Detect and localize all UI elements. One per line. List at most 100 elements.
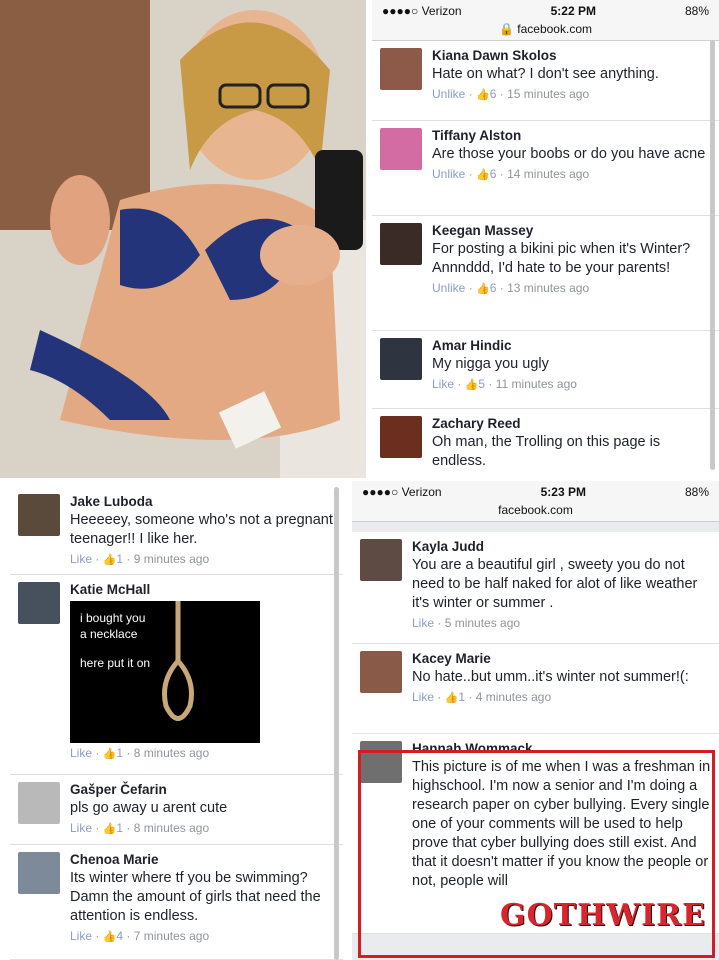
timestamp[interactable]: 13 minutes ago (507, 281, 589, 295)
avatar[interactable] (380, 338, 422, 380)
carrier-label: ●●●●○ Verizon (362, 485, 442, 499)
comment-meta: Like · 👍1 · 9 minutes ago (70, 552, 210, 566)
bikini-photo (0, 0, 366, 478)
comment-text: Its winter where tf you be swimming? Dam… (70, 870, 321, 924)
scrollbar[interactable] (334, 487, 339, 960)
comment-item: Kacey Marie No hate..but umm..it's winter… (352, 644, 719, 734)
commenter-name[interactable]: Kacey Marie (412, 651, 711, 666)
battery-label: 88% (684, 4, 709, 18)
lock-icon: 🔒 (498, 22, 514, 36)
avatar[interactable] (360, 651, 402, 693)
thumbs-up-icon: 👍 (476, 89, 490, 101)
avatar[interactable] (380, 223, 422, 265)
comment-item: Jake Luboda Heeeeey, someone who's not a … (10, 487, 343, 575)
timestamp[interactable]: 4 minutes ago (476, 690, 551, 704)
ios-status-bar: ●●●●○ Verizon 5:22 PM 88% (372, 0, 719, 22)
comment-meta: Like · 👍4 · 7 minutes ago (70, 929, 210, 943)
thumbs-up-icon: 👍 (464, 379, 479, 391)
comment-meta: Unlike · 👍6 · 14 minutes ago (432, 167, 590, 181)
comment-item: Kiana Dawn Skolos Hate on what? I don't s… (372, 41, 719, 121)
commenter-name[interactable]: Zachary Reed (432, 416, 711, 431)
clock: 5:22 PM (550, 4, 596, 18)
comment-item: Chenoa Marie Its winter where tf you be s… (10, 845, 343, 960)
facebook-comments-panel-top: ●●●●○ Verizon 5:22 PM 88% 🔒 facebook.com… (372, 0, 719, 478)
comment-text: No hate..but umm..it's winter not summer… (412, 669, 689, 685)
comment-meta: Like · 👍1 · 8 minutes ago (70, 821, 210, 835)
image-caption: a necklace (80, 627, 138, 641)
avatar[interactable] (380, 416, 422, 458)
comment-text: You are a beautiful girl , sweety you do… (412, 557, 698, 611)
comment-image[interactable]: i bought you a necklace here put it on (70, 601, 260, 743)
comment-meta: Like · 👍5 · 11 minutes ago (432, 377, 577, 391)
comment-item: Amar Hindic My nigga you ugly Like · 👍5 · … (372, 331, 719, 409)
comment-list: Kiana Dawn Skolos Hate on what? I don't s… (372, 41, 719, 478)
thumbs-up-icon: 👍 (102, 931, 117, 943)
like-button[interactable]: Like (70, 929, 92, 943)
carrier-label: ●●●●○ Verizon (382, 4, 462, 18)
thumbs-up-icon: 👍 (102, 748, 117, 760)
avatar[interactable] (18, 494, 60, 536)
image-caption: here put it on (80, 656, 151, 670)
comment-meta: Like · 👍1 · 8 minutes ago (70, 746, 210, 760)
commenter-name[interactable]: Tiffany Alston (432, 128, 711, 143)
like-button[interactable]: Like (70, 552, 92, 566)
thumbs-up-icon: 👍 (102, 554, 117, 566)
commenter-name[interactable]: Kiana Dawn Skolos (432, 48, 711, 63)
comment-item: Tiffany Alston Are those your boobs or do… (372, 121, 719, 216)
timestamp[interactable]: 15 minutes ago (507, 87, 589, 101)
avatar[interactable] (380, 128, 422, 170)
noose-icon (162, 601, 194, 721)
commenter-name[interactable]: Chenoa Marie (70, 852, 335, 867)
scrollbar[interactable] (710, 40, 715, 470)
timestamp[interactable]: 9 minutes ago (134, 552, 209, 566)
ios-status-bar: ●●●●○ Verizon 5:23 PM 88% (352, 481, 719, 503)
battery-label: 88% (684, 485, 709, 499)
comment-meta: Unlike · 👍6 · 13 minutes ago (432, 281, 590, 295)
comment-text: My nigga you ugly (432, 356, 549, 372)
url-text: facebook.com (517, 22, 592, 36)
commenter-name[interactable]: Kayla Judd (412, 539, 711, 554)
comment-item: Keegan Massey For posting a bikini pic wh… (372, 216, 719, 331)
avatar[interactable] (380, 48, 422, 90)
commenter-name[interactable]: Gašper Čefarin (70, 782, 335, 797)
timestamp[interactable]: 5 minutes ago (445, 616, 520, 630)
comment-list: Jake Luboda Heeeeey, someone who's not a … (10, 487, 343, 960)
like-button[interactable]: Like (70, 821, 92, 835)
timestamp[interactable]: 8 minutes ago (134, 746, 209, 760)
comment-text: For posting a bikini pic when it's Winte… (432, 241, 691, 276)
comment-item: Zachary Reed Oh man, the Trolling on this… (372, 409, 719, 478)
like-button[interactable]: Like (412, 616, 434, 630)
comment-text: Are those your boobs or do you have acne (432, 146, 706, 162)
url-bar[interactable]: facebook.com (352, 503, 719, 522)
timestamp[interactable]: 11 minutes ago (496, 377, 577, 391)
watermark-logo: GOTHWIRE (500, 898, 706, 933)
url-bar[interactable]: 🔒 facebook.com (372, 22, 719, 41)
commenter-name[interactable]: Keegan Massey (432, 223, 711, 238)
timestamp[interactable]: 14 minutes ago (507, 167, 589, 181)
comment-text: pls go away u arent cute (70, 800, 228, 816)
avatar[interactable] (360, 539, 402, 581)
avatar[interactable] (18, 852, 60, 894)
commenter-name[interactable]: Amar Hindic (432, 338, 711, 353)
comment-text: Hate on what? I don't see anything. (432, 66, 659, 82)
like-button[interactable]: Like (412, 690, 434, 704)
commenter-name[interactable]: Jake Luboda (70, 494, 335, 509)
thumbs-up-icon: 👍 (476, 169, 490, 181)
like-button[interactable]: Like (70, 746, 92, 760)
like-button[interactable]: Like (432, 377, 454, 391)
comment-item: Katie McHall i bought you a necklace here p… (10, 575, 343, 775)
timestamp[interactable]: 7 minutes ago (134, 929, 209, 943)
comment-text: Oh man, the Trolling on this page is end… (432, 434, 661, 469)
like-button[interactable]: Unlike (432, 87, 465, 101)
timestamp[interactable]: 8 minutes ago (134, 821, 209, 835)
avatar[interactable] (18, 582, 60, 624)
facebook-comments-panel-left: Jake Luboda Heeeeey, someone who's not a … (10, 487, 343, 960)
commenter-name[interactable]: Katie McHall (70, 582, 335, 597)
thumbs-up-icon: 👍 (102, 823, 117, 835)
avatar[interactable] (18, 782, 60, 824)
like-button[interactable]: Unlike (432, 281, 465, 295)
comment-text: Heeeeey, someone who's not a pregnant te… (70, 512, 333, 547)
like-button[interactable]: Unlike (432, 167, 465, 181)
thumbs-up-icon: 👍 (444, 692, 459, 704)
clock: 5:23 PM (540, 485, 586, 499)
